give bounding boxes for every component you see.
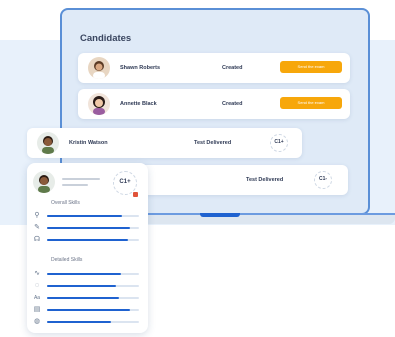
name-placeholder-line: [62, 178, 100, 180]
candidate-status: Test Delivered: [246, 177, 284, 183]
send-exam-button[interactable]: Send the exam: [280, 97, 342, 109]
skill-bar: [47, 285, 139, 287]
skill-bar: [47, 321, 139, 323]
skill-bar-fill: [47, 321, 112, 323]
pronunciation-icon: ∿: [34, 270, 40, 277]
name-placeholder-line: [62, 184, 88, 186]
page-title: Candidates: [80, 33, 132, 44]
skill-bar-fill: [47, 309, 130, 311]
skill-bar: [47, 297, 139, 299]
detailed-skills-title: Detailed Skills: [51, 257, 83, 263]
avatar: [37, 132, 59, 154]
skill-bar: [47, 309, 139, 311]
headphones-icon: ☊: [33, 236, 41, 243]
avatar: [33, 171, 55, 193]
skill-bar: [47, 239, 139, 241]
send-exam-button[interactable]: Send the exam: [280, 61, 342, 73]
book-icon: ▤: [33, 306, 41, 313]
lightbulb-icon: ◍: [33, 318, 41, 325]
laptop-notch: [200, 213, 240, 217]
avatar: [88, 57, 110, 79]
flag-icon: [133, 192, 138, 197]
candidate-status: Created: [222, 101, 243, 107]
skill-bar: [47, 227, 139, 229]
candidate-name: Annette Black: [120, 101, 157, 107]
skill-bar-fill: [47, 297, 119, 299]
skill-bar-fill: [47, 227, 130, 229]
level-badge: C1-: [314, 171, 332, 189]
candidate-status: Created: [222, 65, 243, 71]
avatar: [88, 93, 110, 115]
skill-bar-fill: [47, 285, 116, 287]
skills-card: C1+ Overall Skills Detailed Skills ⚲ ✎ ☊ ∿ ◌…: [27, 163, 148, 333]
microphone-icon: ⚲: [34, 212, 40, 219]
overall-skills-title: Overall Skills: [51, 200, 80, 206]
level-badge: C1+: [270, 134, 288, 152]
skill-bar: [47, 215, 139, 217]
candidate-row[interactable]: Shawn Roberts Created Send the exam: [78, 53, 350, 83]
font-size-icon: Aa: [33, 295, 41, 301]
skill-bar-fill: [47, 273, 121, 275]
speech-icon: ◌: [34, 282, 40, 289]
candidate-name: Kristin Watson: [69, 140, 108, 146]
skill-bar-fill: [47, 215, 123, 217]
skill-bar-fill: [47, 239, 128, 241]
candidate-name: Shawn Roberts: [120, 65, 161, 71]
candidate-row[interactable]: Annette Black Created Send the exam: [78, 89, 350, 119]
skill-bar: [47, 273, 139, 275]
pencil-icon: ✎: [34, 224, 40, 231]
candidate-status: Test Delivered: [194, 140, 232, 146]
candidate-row[interactable]: Kristin Watson Test Delivered C1+: [27, 128, 302, 158]
